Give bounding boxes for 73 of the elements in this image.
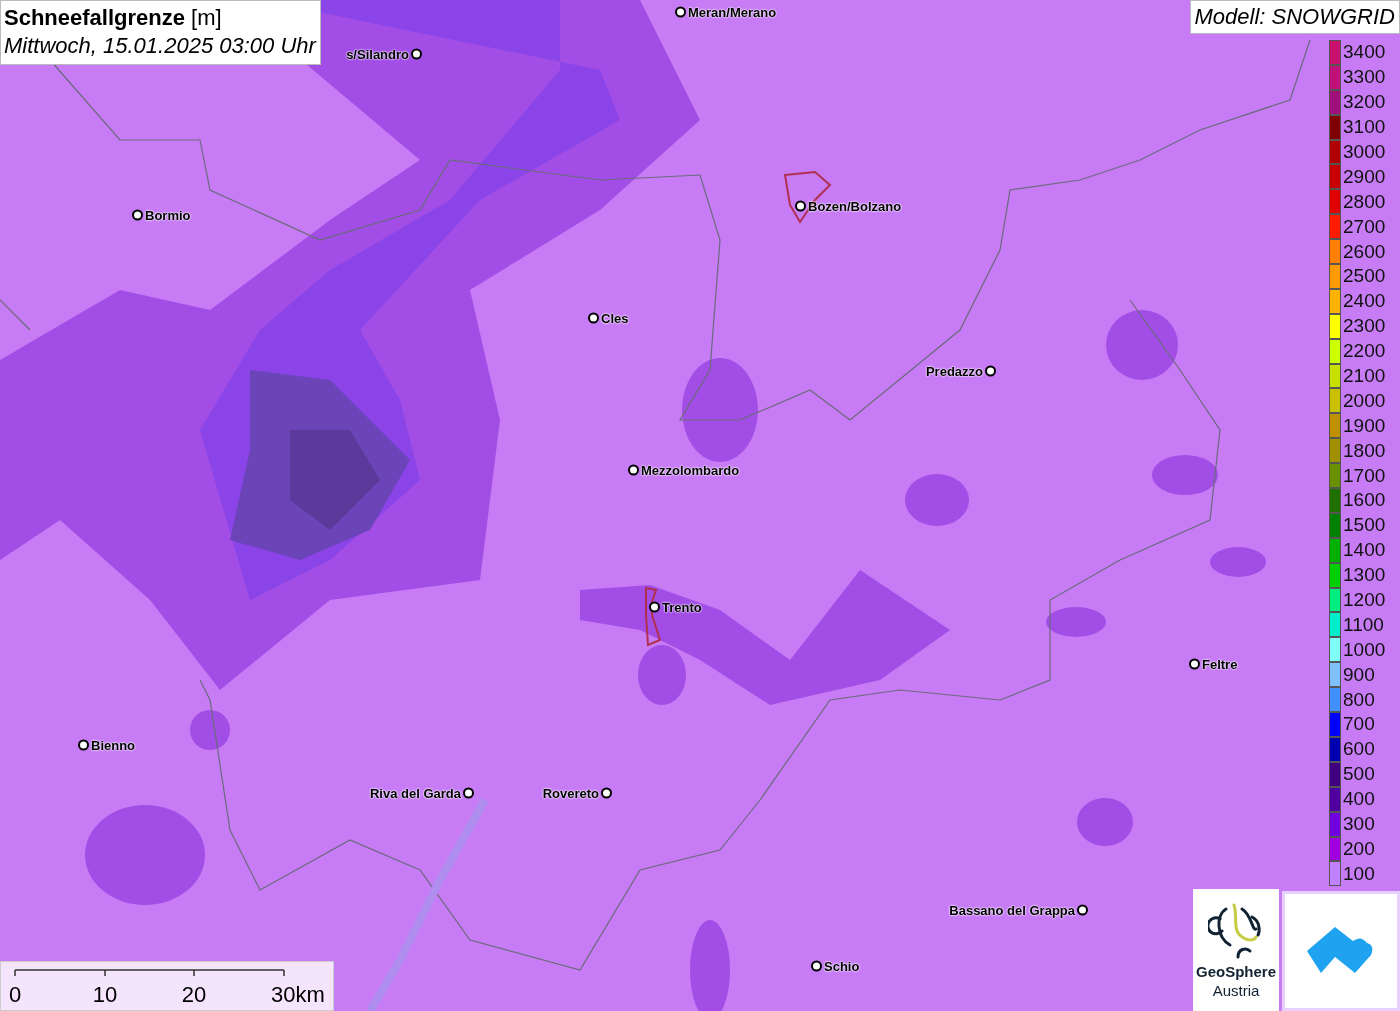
legend-label: 1700 (1343, 464, 1386, 487)
legend-label: 2800 (1343, 190, 1386, 213)
legend-label: 3100 (1343, 116, 1386, 139)
roof-cloud-logo-icon (1307, 927, 1375, 975)
city-label: Bienno (91, 737, 136, 753)
scale-label: 10 (92, 982, 118, 1008)
legend-label: 2300 (1343, 315, 1386, 338)
legend-label: 600 (1343, 738, 1375, 761)
city-marker-icon (795, 200, 806, 212)
legend-label: 1100 (1343, 613, 1384, 636)
legend-label: 1500 (1343, 514, 1386, 537)
legend-label: 3400 (1343, 41, 1386, 64)
city-label: Cles (601, 310, 629, 326)
legend-label: 2000 (1343, 389, 1386, 412)
scale-label: 20 (181, 982, 207, 1008)
map-title: Schneefallgrenze [m] (4, 4, 223, 32)
legend-label: 3000 (1343, 141, 1386, 163)
legend-label: 1300 (1343, 564, 1386, 587)
legend-label: 2500 (1343, 265, 1386, 288)
city-label: s/Silandro (346, 46, 409, 62)
city-marker-icon (1189, 658, 1200, 670)
legend-label: 1200 (1343, 589, 1386, 612)
legend-label: 2200 (1343, 340, 1386, 363)
city-label: Meran/Merano (688, 4, 777, 20)
logo-subtitle: Austria (1212, 982, 1260, 999)
city-marker-icon (463, 787, 474, 799)
city-marker-icon (649, 601, 660, 613)
city-marker-icon (411, 48, 422, 60)
logo-name: GeoSphere (1196, 963, 1276, 980)
legend-label: 1600 (1343, 489, 1386, 512)
city-label: Bassano del Grappa (949, 902, 1075, 918)
legend-label: 2600 (1343, 240, 1386, 263)
city-label: Rovereto (542, 785, 599, 801)
legend-label: 300 (1343, 813, 1375, 836)
legend-label: 1400 (1343, 539, 1386, 562)
city-label: Mezzolombardo (641, 462, 740, 478)
scale-label: 30km (271, 982, 325, 1008)
legend-label: 1000 (1343, 638, 1386, 661)
city-marker-icon (811, 960, 822, 972)
forecast-time: Mittwoch, 15.01.2025 03:00 Uhr (4, 32, 316, 60)
city-label: Schio (824, 958, 860, 974)
model-label: Modell: SNOWGRID (1189, 0, 1400, 34)
city-marker-icon (1077, 904, 1088, 916)
legend-label: 400 (1343, 788, 1375, 811)
legend-label: 200 (1343, 837, 1375, 860)
legend-label: 3300 (1343, 66, 1386, 89)
legend-label: 700 (1343, 713, 1375, 736)
city-marker-icon (132, 209, 143, 221)
city-marker-icon (628, 464, 639, 476)
legend-label: 500 (1343, 763, 1375, 786)
legend-label: 1900 (1343, 414, 1386, 437)
city-label: Trento (662, 599, 702, 615)
city-marker-icon (601, 787, 612, 799)
legend-label: 900 (1343, 663, 1375, 686)
city-label: Feltre (1202, 656, 1238, 672)
city-marker-icon (675, 6, 686, 18)
city-label: Predazzo (925, 363, 983, 379)
legend-label: 100 (1343, 862, 1375, 885)
legend-label: 2900 (1343, 165, 1386, 188)
city-label: Bozen/Bolzano (808, 198, 902, 214)
city-label: Bormio (145, 207, 191, 223)
legend-label: 1800 (1343, 439, 1386, 462)
legend-label: 2700 (1343, 215, 1386, 238)
city-label: Riva del Garda (369, 785, 461, 801)
scale-label: 0 (8, 982, 22, 1008)
legend-label: 800 (1343, 688, 1375, 711)
legend-label: 2400 (1343, 290, 1386, 313)
legend-label: 2100 (1343, 365, 1386, 387)
contour-logo-icon (1208, 901, 1264, 961)
city-marker-icon (588, 312, 599, 324)
city-marker-icon (985, 365, 996, 377)
city-marker-icon (78, 739, 89, 751)
legend-label: 3200 (1343, 91, 1386, 114)
